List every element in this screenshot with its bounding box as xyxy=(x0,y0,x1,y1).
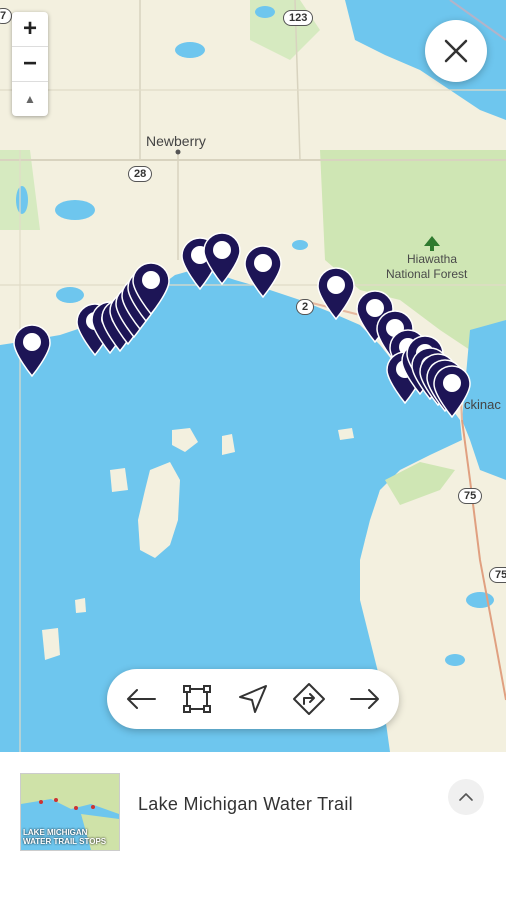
label-forest-line1: Hiawatha xyxy=(407,252,458,266)
thumbnail-caption: LAKE MICHIGAN WATER TRAIL STOPS xyxy=(23,828,106,846)
trail-stop-marker[interactable] xyxy=(316,266,356,321)
road-shield-28: 28 xyxy=(128,166,153,182)
trail-stop-marker[interactable] xyxy=(131,261,171,316)
trail-stop-marker[interactable] xyxy=(243,244,283,299)
trail-stop-marker[interactable] xyxy=(12,323,52,378)
trail-thumbnail[interactable]: LAKE MICHIGAN WATER TRAIL STOPS xyxy=(20,773,120,851)
trail-stop-marker[interactable] xyxy=(432,364,472,419)
close-button[interactable] xyxy=(425,20,487,82)
navigation-arrow-icon xyxy=(239,685,267,713)
previous-button[interactable] xyxy=(119,677,163,721)
directions-icon xyxy=(293,683,325,715)
close-icon xyxy=(444,39,468,63)
map-view[interactable]: Newberry Hiawatha National Forest ckinac… xyxy=(0,0,506,752)
label-forest-line2: National Forest xyxy=(386,267,468,281)
directions-button[interactable] xyxy=(287,677,331,721)
compass-icon: ▲ xyxy=(24,92,36,106)
zoom-in-button[interactable]: + xyxy=(12,12,48,47)
road-shield-123: 123 xyxy=(283,10,314,26)
road-shield-75a: 75 xyxy=(458,488,483,504)
arrow-left-icon xyxy=(127,689,156,709)
map-pin-icon xyxy=(203,232,241,286)
expand-button[interactable] xyxy=(448,779,484,815)
map-pin-icon xyxy=(433,365,471,419)
map-pin-icon xyxy=(132,262,170,316)
thumbnail-caption-line2: WATER TRAIL STOPS xyxy=(23,837,107,846)
zoom-control: + − ▲ xyxy=(12,12,48,116)
chevron-up-icon xyxy=(459,793,473,801)
map-toolbar xyxy=(107,669,399,729)
map-pin-icon xyxy=(13,324,51,378)
zoom-out-button[interactable]: − xyxy=(12,47,48,82)
bounding-box-icon xyxy=(183,685,211,713)
trail-title[interactable]: Lake Michigan Water Trail xyxy=(138,794,353,815)
bottom-sheet: LAKE MICHIGAN WATER TRAIL STOPS Lake Mic… xyxy=(0,752,506,900)
locate-button[interactable] xyxy=(231,677,275,721)
arrow-right-icon xyxy=(350,689,379,709)
map-pin-icon xyxy=(317,267,355,321)
road-shield-2: 2 xyxy=(296,299,315,315)
map-pin-icon xyxy=(244,245,282,299)
thumbnail-caption-line1: LAKE MICHIGAN xyxy=(23,828,88,837)
next-button[interactable] xyxy=(343,677,387,721)
compass-button[interactable]: ▲ xyxy=(12,82,48,116)
fit-bounds-button[interactable] xyxy=(175,677,219,721)
road-shield-75b: 75 xyxy=(489,567,506,583)
trail-stop-marker[interactable] xyxy=(202,231,242,286)
label-newberry: Newberry xyxy=(146,133,206,149)
